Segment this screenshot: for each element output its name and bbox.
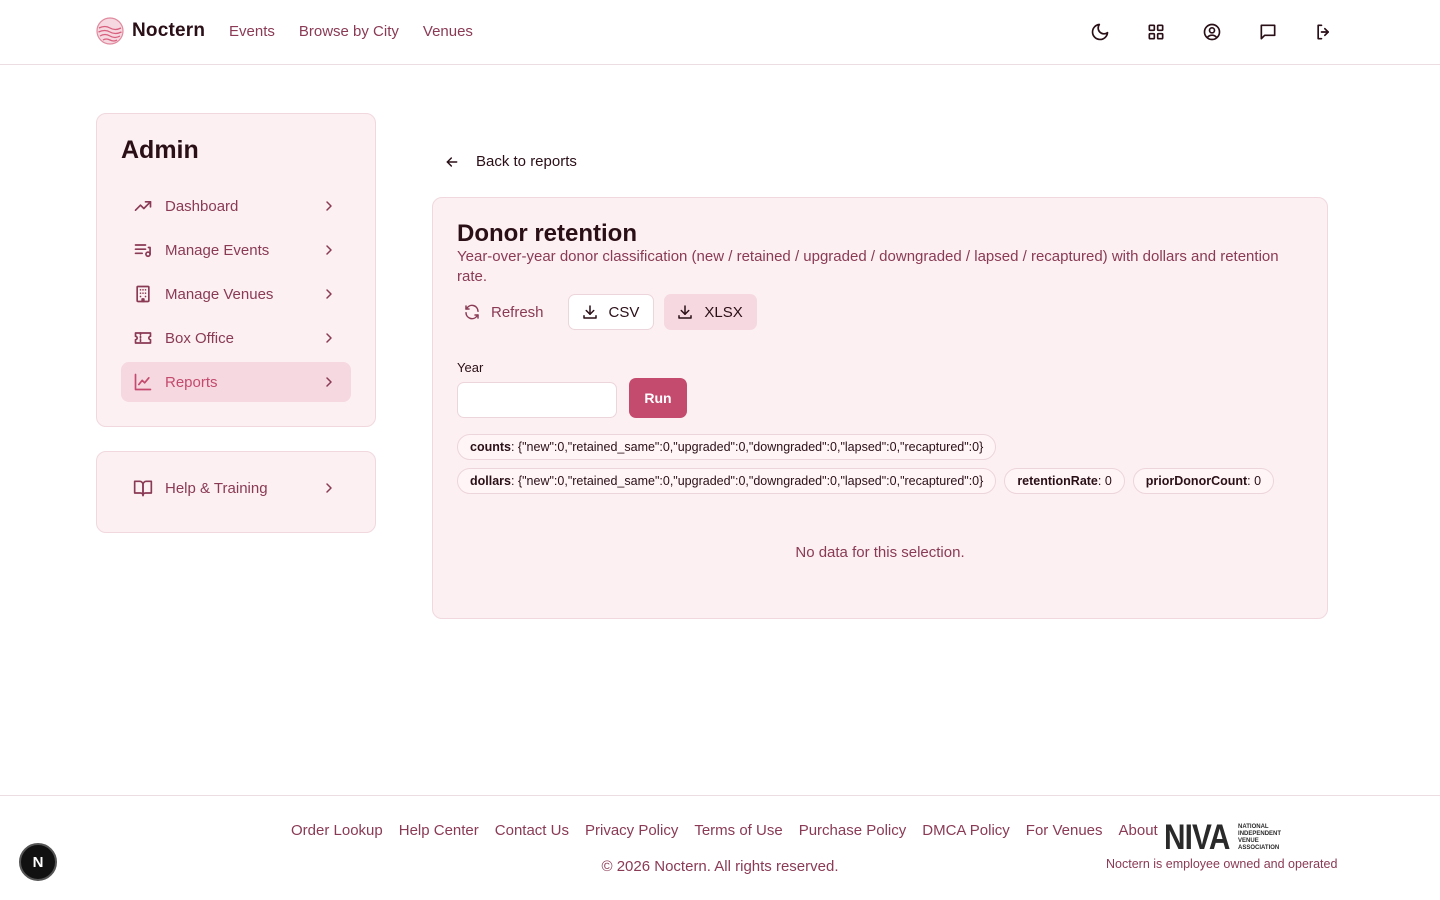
download-icon <box>676 303 694 321</box>
report-title: Donor retention <box>457 220 637 247</box>
niva-logo-text: NIVA <box>1164 818 1230 857</box>
chip-key: priorDonorCount <box>1145 474 1248 488</box>
footer-link-for-venues[interactable]: For Venues <box>1026 822 1103 839</box>
chevron-right-icon <box>321 374 337 390</box>
niva-logo-subtitle: NATIONAL INDEPENDENT VENUE ASSOCIATION <box>1238 824 1281 852</box>
chip-key: dollars <box>470 474 511 488</box>
brand-logo[interactable]: Noctern <box>96 17 205 45</box>
user-circle-icon[interactable] <box>1202 22 1222 42</box>
report-description: Year-over-year donor classification (new… <box>457 248 1279 285</box>
run-button[interactable]: Run <box>629 378 687 418</box>
refresh-label: Refresh <box>491 303 544 321</box>
header-actions <box>1090 22 1334 42</box>
chevron-right-icon <box>321 330 337 346</box>
sidebar-item-help-training[interactable]: Help & Training <box>121 468 351 508</box>
chevron-right-icon <box>321 286 337 302</box>
arrow-left-icon <box>444 154 460 170</box>
chip-key: retentionRate <box>1017 474 1098 488</box>
top-bar: Noctern Events Browse by City Venues <box>0 0 1440 65</box>
footer-link-help-center[interactable]: Help Center <box>399 822 479 839</box>
sidebar-item-reports[interactable]: Reports <box>121 362 351 402</box>
dev-badge-button[interactable]: N <box>19 843 57 881</box>
moon-icon[interactable] <box>1090 22 1110 42</box>
sidebar-item-label: Dashboard <box>165 197 239 215</box>
result-chips-row: dollars: {"new":0,"retained_same":0,"upg… <box>457 468 1275 494</box>
logout-icon[interactable] <box>1314 22 1334 42</box>
ticket-icon <box>133 328 153 348</box>
chip-value: : 0 <box>1097 474 1112 488</box>
sidebar-item-manage-venues[interactable]: Manage Venues <box>121 274 351 314</box>
sidebar-item-label: Manage Venues <box>165 285 274 303</box>
chevron-right-icon <box>321 242 337 258</box>
book-open-icon <box>133 478 153 498</box>
message-icon[interactable] <box>1258 22 1278 42</box>
list-music-icon <box>133 240 153 260</box>
brand-name: Noctern <box>132 20 206 41</box>
counts-chip: counts: {"new":0,"retained_same":0,"upgr… <box>457 434 997 460</box>
footer-link-contact-us[interactable]: Contact Us <box>495 822 569 839</box>
year-label: Year <box>457 360 484 375</box>
year-input[interactable] <box>457 382 617 418</box>
nav-venues[interactable]: Venues <box>423 23 473 40</box>
dollars-chip: dollars: {"new":0,"retained_same":0,"upg… <box>457 468 997 494</box>
chip-value: : 0 <box>1247 474 1262 488</box>
footer-link-order-lookup[interactable]: Order Lookup <box>291 822 383 839</box>
back-link-label: Back to reports <box>476 153 577 170</box>
empty-state-message: No data for this selection. <box>795 544 965 561</box>
sidebar-item-label: Manage Events <box>165 241 270 259</box>
main-nav: Events Browse by City Venues <box>229 23 473 40</box>
grid-icon[interactable] <box>1146 22 1166 42</box>
chevron-right-icon <box>321 480 337 496</box>
sidebar-item-manage-events[interactable]: Manage Events <box>121 230 351 270</box>
refresh-button[interactable]: Refresh <box>457 294 558 330</box>
csv-label: CSV <box>608 303 640 321</box>
niva-subtitle-line: ASSOCIATION <box>1238 845 1280 851</box>
sidebar-item-label: Help & Training <box>165 479 268 497</box>
niva-subtitle-line: INDEPENDENT <box>1238 831 1282 837</box>
footer-links: Order Lookup Help Center Contact Us Priv… <box>291 822 1158 839</box>
refresh-icon <box>463 303 481 321</box>
niva-logo[interactable]: NIVA NATIONAL INDEPENDENT VENUE ASSOCIAT… <box>1164 818 1281 857</box>
footer-link-privacy-policy[interactable]: Privacy Policy <box>585 822 678 839</box>
sidebar-title: Admin <box>121 136 199 164</box>
footer-link-terms-of-use[interactable]: Terms of Use <box>694 822 782 839</box>
building-icon <box>133 284 153 304</box>
niva-subtitle-line: NATIONAL <box>1238 824 1269 830</box>
chip-value: : {"new":0,"retained_same":0,"upgraded":… <box>510 440 984 454</box>
chevron-right-icon <box>321 198 337 214</box>
xlsx-label: XLSX <box>704 303 743 321</box>
report-actions: Refresh CSV XLSX <box>457 294 757 330</box>
brand-logo-icon <box>96 17 124 45</box>
footer: Order Lookup Help Center Contact Us Priv… <box>0 795 1440 900</box>
footer-link-about[interactable]: About <box>1119 822 1158 839</box>
trending-up-icon <box>133 196 153 216</box>
sidebar-item-dashboard[interactable]: Dashboard <box>121 186 351 226</box>
prior-donor-count-chip: priorDonorCount: 0 <box>1132 468 1275 494</box>
sidebar-item-label: Reports <box>165 373 218 391</box>
niva-subtitle-line: VENUE <box>1238 838 1259 844</box>
employee-owned-note: Noctern is employee owned and operated <box>1106 857 1338 871</box>
footer-link-purchase-policy[interactable]: Purchase Policy <box>799 822 907 839</box>
result-chips-row: counts: {"new":0,"retained_same":0,"upgr… <box>457 434 997 460</box>
chip-key: counts <box>470 440 511 454</box>
xlsx-download-button[interactable]: XLSX <box>664 294 757 330</box>
report-card: Donor retention Year-over-year donor cla… <box>432 197 1328 619</box>
nav-events[interactable]: Events <box>229 23 275 40</box>
sidebar-item-label: Box Office <box>165 329 234 347</box>
download-icon <box>581 303 599 321</box>
nav-browse-by-city[interactable]: Browse by City <box>299 23 399 40</box>
line-chart-icon <box>133 372 153 392</box>
help-panel: Help & Training <box>96 451 376 533</box>
retention-rate-chip: retentionRate: 0 <box>1004 468 1125 494</box>
footer-link-dmca-policy[interactable]: DMCA Policy <box>922 822 1010 839</box>
back-to-reports-link[interactable]: Back to reports <box>444 153 577 170</box>
admin-sidebar: Admin Dashboard Manage Events Manage Ven… <box>96 113 376 427</box>
chip-value: : {"new":0,"retained_same":0,"upgraded":… <box>511 474 984 488</box>
sidebar-item-box-office[interactable]: Box Office <box>121 318 351 358</box>
csv-download-button[interactable]: CSV <box>567 294 655 330</box>
